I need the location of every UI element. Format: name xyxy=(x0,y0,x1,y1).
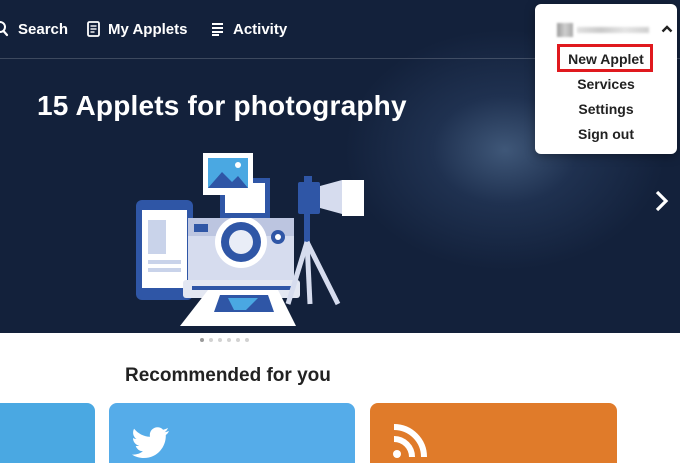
menu-services[interactable]: Services xyxy=(535,76,677,92)
menu-settings[interactable]: Settings xyxy=(535,101,677,117)
recommended-title: Recommended for you xyxy=(125,365,331,386)
activity-list-icon xyxy=(212,23,223,36)
nav-my-applets-label: My Applets xyxy=(108,20,188,38)
carousel-dots xyxy=(200,338,249,342)
username-redacted xyxy=(577,27,649,33)
search-icon xyxy=(0,21,9,37)
recommended-card[interactable] xyxy=(0,403,95,463)
nav-activity[interactable]: Activity xyxy=(211,18,287,40)
recommended-card-rss[interactable] xyxy=(370,403,617,463)
nav-my-applets[interactable]: My Applets xyxy=(87,18,187,40)
rss-feed-icon xyxy=(393,424,427,458)
carousel-dot[interactable] xyxy=(227,338,231,342)
carousel-dot[interactable] xyxy=(218,338,222,342)
nav-search[interactable]: Search xyxy=(0,18,68,40)
menu-sign-out[interactable]: Sign out xyxy=(535,126,677,142)
nav-activity-label: Activity xyxy=(233,20,288,38)
avatar xyxy=(557,23,573,37)
hero-title: 15 Applets for photography xyxy=(37,90,407,121)
carousel-dot[interactable] xyxy=(200,338,204,342)
recommended-card-twitter[interactable] xyxy=(109,403,355,463)
carousel-dot[interactable] xyxy=(245,338,249,342)
photography-illustration xyxy=(136,153,364,326)
carousel-dot[interactable] xyxy=(236,338,240,342)
chevron-up-icon xyxy=(661,25,673,33)
new-applet-highlight-box xyxy=(557,44,653,72)
next-slide-chevron-icon[interactable] xyxy=(652,188,672,214)
twitter-bird-icon xyxy=(132,427,169,458)
document-icon xyxy=(87,21,100,37)
user-menu-toggle[interactable] xyxy=(545,18,673,40)
nav-search-label: Search xyxy=(18,20,69,38)
carousel-dot[interactable] xyxy=(209,338,213,342)
user-dropdown-menu: New Applet Services Settings Sign out xyxy=(535,4,677,154)
